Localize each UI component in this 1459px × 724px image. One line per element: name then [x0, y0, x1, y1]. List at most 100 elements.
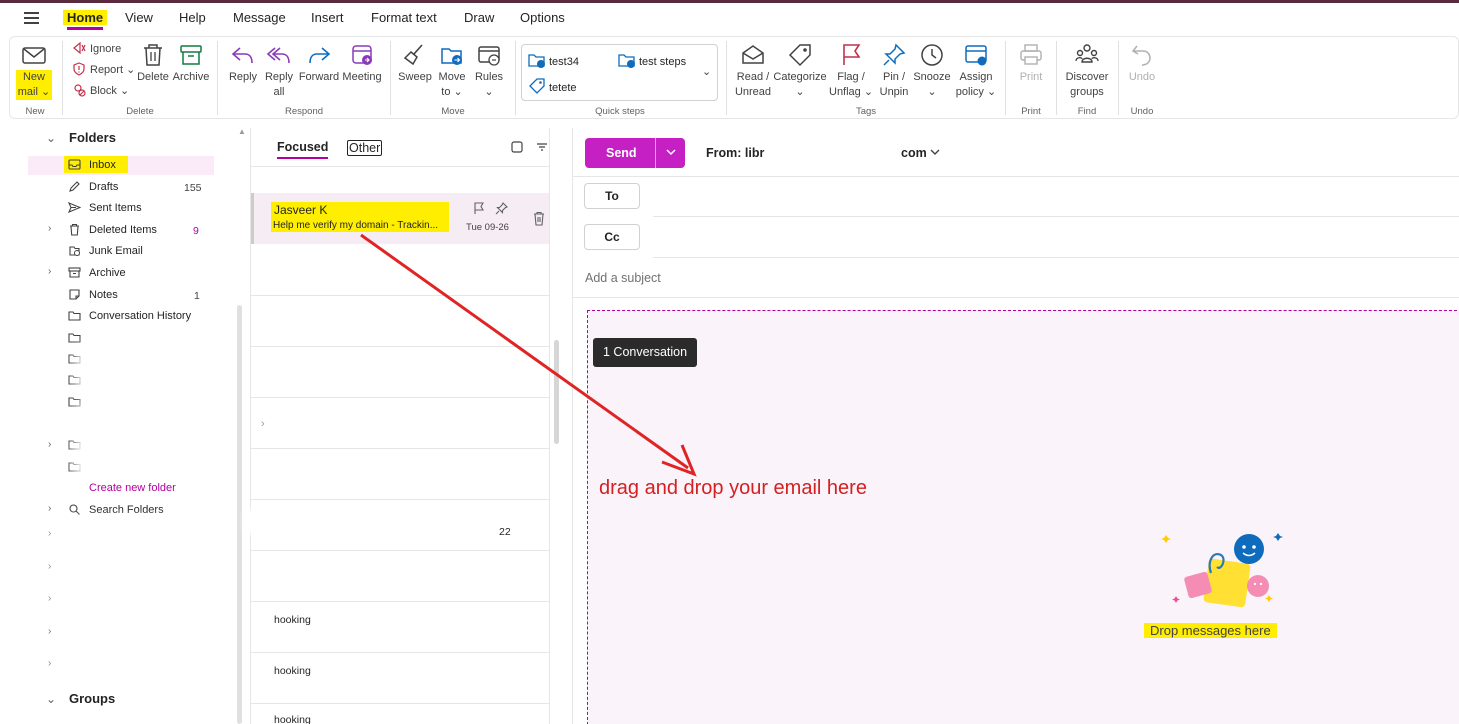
list-item[interactable] — [251, 550, 549, 601]
envelope-open-icon — [742, 45, 764, 64]
quick-step-test34[interactable]: test34 — [528, 51, 579, 69]
ignore-button[interactable]: Ignore — [72, 41, 121, 56]
categorize-button[interactable]: Categorize ⌄ — [773, 42, 827, 100]
read-unread-label-2: Unread — [734, 86, 772, 98]
to-field-underline[interactable] — [653, 216, 1459, 217]
select-mode-icon[interactable] — [510, 140, 524, 154]
expand-chevron-icon[interactable]: › — [48, 561, 51, 572]
message-fragment: hooking — [274, 665, 311, 677]
move-to-button[interactable]: Move to ⌄ — [435, 42, 469, 100]
folder-label: Archive — [89, 267, 126, 279]
from-field[interactable]: From: libr — [706, 146, 764, 160]
folder-label: Search Folders — [89, 504, 164, 516]
cc-button[interactable]: Cc — [584, 224, 640, 250]
expand-chevron-icon[interactable]: › — [48, 503, 51, 514]
tab-other[interactable]: Other — [347, 140, 383, 156]
flag-label-2: Unflag — [829, 86, 861, 98]
create-new-folder-link[interactable]: Create new folder — [89, 482, 176, 494]
quick-step-label: test steps — [639, 56, 687, 68]
hamburger-menu-icon[interactable] — [24, 12, 39, 24]
tab-insert[interactable]: Insert — [311, 10, 344, 25]
subject-input[interactable]: Add a subject — [585, 271, 661, 285]
quick-steps-expand-icon[interactable]: ⌄ — [702, 65, 711, 78]
quick-step-label: test34 — [549, 56, 579, 68]
tab-view[interactable]: View — [125, 10, 153, 25]
drop-zone[interactable]: 1 Conversation drag and drop your email … — [587, 310, 1459, 724]
list-item[interactable]: hooking — [251, 652, 549, 703]
pin-button[interactable]: Pin / Unpin — [876, 42, 912, 100]
tab-draw[interactable]: Draw — [464, 10, 494, 25]
archive-button[interactable]: Archive — [172, 42, 210, 85]
compose-pane: Send From: libr com To Cc Add a subject … — [572, 128, 1459, 724]
discover-groups-label-2: groups — [1070, 86, 1104, 98]
flag-icon[interactable] — [473, 202, 485, 215]
groups-collapse-chevron-icon[interactable]: ⌄ — [46, 692, 56, 706]
read-unread-button[interactable]: Read / Unread — [732, 42, 774, 100]
rules-label: Rules — [474, 71, 504, 83]
scroll-up-arrow-icon[interactable]: ▲ — [238, 127, 246, 136]
quick-step-test-steps[interactable]: test steps — [618, 51, 686, 69]
expand-chevron-icon[interactable]: › — [48, 439, 51, 450]
trash-icon — [70, 223, 79, 236]
chevron-down-icon[interactable] — [665, 146, 677, 158]
tab-focused[interactable]: Focused — [277, 140, 329, 159]
send-button[interactable]: Send — [585, 138, 685, 168]
annotation-text: drag and drop your email here — [599, 477, 867, 499]
tab-message[interactable]: Message — [233, 10, 286, 25]
cc-field-underline[interactable] — [653, 257, 1459, 258]
from-domain[interactable]: com — [901, 146, 940, 160]
flag-button[interactable]: Flag / Unflag ⌄ — [829, 42, 873, 100]
reply-button[interactable]: Reply — [225, 42, 261, 85]
delete-button[interactable]: Delete — [136, 42, 170, 85]
reply-all-button[interactable]: Reply all — [262, 42, 296, 100]
new-mail-button[interactable]: New mail ⌄ — [14, 42, 54, 100]
group-divider — [390, 41, 391, 115]
expand-chevron-icon[interactable]: › — [48, 593, 51, 604]
expand-chevron-icon[interactable]: › — [261, 418, 265, 430]
list-item[interactable]: hooking — [251, 703, 549, 724]
list-item[interactable] — [251, 448, 549, 499]
message-list-scrollbar[interactable] — [554, 340, 559, 444]
sweep-button[interactable]: Sweep — [397, 42, 433, 85]
undo-button[interactable]: Undo — [1127, 42, 1157, 85]
tab-format-text[interactable]: Format text — [371, 10, 437, 25]
assign-policy-button[interactable]: Assign policy ⌄ — [953, 42, 999, 100]
message-sender: Jasveer K — [274, 203, 328, 217]
list-item[interactable]: hooking — [251, 601, 549, 652]
block-button[interactable]: Block ⌄ — [72, 83, 129, 98]
redaction — [84, 461, 124, 471]
expand-chevron-icon[interactable]: › — [48, 658, 51, 669]
tag-icon — [788, 44, 811, 67]
report-button[interactable]: Report ⌄ — [72, 62, 135, 77]
reply-icon — [231, 47, 253, 64]
selected-message[interactable]: Jasveer K Help me verify my domain - Tra… — [251, 193, 549, 244]
to-button[interactable]: To — [584, 183, 640, 209]
expand-chevron-icon[interactable]: › — [48, 266, 51, 277]
discover-groups-button[interactable]: Discover groups — [1063, 42, 1111, 100]
list-item[interactable]: › — [251, 397, 549, 448]
forward-button[interactable]: Forward — [298, 42, 340, 85]
discover-groups-label: Discover — [1065, 71, 1109, 83]
tab-home[interactable]: Home — [63, 10, 108, 30]
snooze-button[interactable]: Snooze ⌄ — [913, 42, 951, 100]
pin-icon[interactable] — [495, 202, 508, 215]
folders-collapse-chevron-icon[interactable]: ⌄ — [46, 131, 56, 145]
print-button[interactable]: Print — [1013, 42, 1049, 85]
filter-icon[interactable] — [535, 140, 549, 154]
groups-header[interactable]: Groups — [69, 691, 115, 706]
folders-header[interactable]: Folders — [69, 130, 116, 145]
redaction — [84, 441, 136, 453]
list-item[interactable] — [251, 295, 549, 346]
meeting-button[interactable]: Meeting — [341, 42, 383, 85]
list-item[interactable] — [251, 346, 549, 397]
message-fragment: hooking — [274, 614, 311, 626]
quick-step-tetete[interactable]: tetete — [528, 77, 577, 95]
folder-scrollbar[interactable] — [237, 305, 242, 724]
expand-chevron-icon[interactable]: › — [48, 223, 51, 234]
tab-options[interactable]: Options — [520, 10, 565, 25]
expand-chevron-icon[interactable]: › — [48, 626, 51, 637]
expand-chevron-icon[interactable]: › — [48, 528, 51, 539]
rules-button[interactable]: Rules ⌄ — [472, 42, 506, 100]
trash-icon[interactable] — [532, 211, 546, 226]
tab-help[interactable]: Help — [179, 10, 206, 25]
